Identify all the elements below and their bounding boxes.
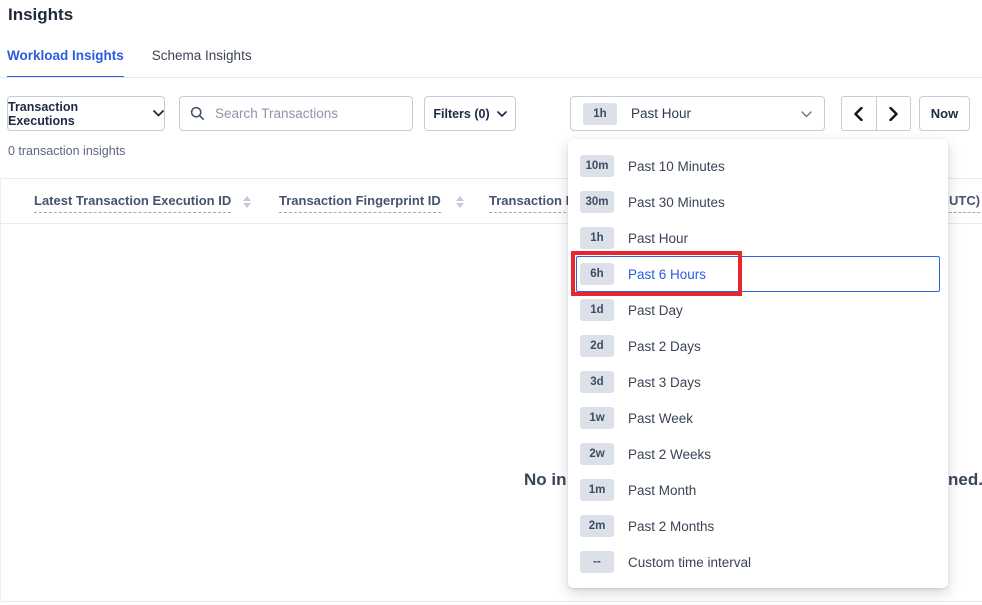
search-icon xyxy=(190,106,205,121)
column-header-latest-transaction-execution-id[interactable]: Latest Transaction Execution ID xyxy=(34,193,231,213)
time-option-label: Past 30 Minutes xyxy=(628,195,725,210)
time-option-past-30-minutes[interactable]: 30m Past 30 Minutes xyxy=(568,184,948,220)
time-option-label: Past 3 Days xyxy=(628,375,701,390)
time-option-past-hour[interactable]: 1h Past Hour xyxy=(568,220,948,256)
time-option-badge: 10m xyxy=(580,155,614,177)
insights-page: Insights Workload Insights Schema Insigh… xyxy=(0,0,982,605)
time-option-label: Past 2 Days xyxy=(628,339,701,354)
tabs-divider xyxy=(0,77,982,78)
time-option-past-month[interactable]: 1m Past Month xyxy=(568,472,948,508)
time-option-label: Past 2 Months xyxy=(628,519,714,534)
time-interval-dropdown[interactable]: 1h Past Hour xyxy=(570,96,825,131)
time-option-badge: 3d xyxy=(580,371,614,393)
time-option-label: Past 10 Minutes xyxy=(628,159,725,174)
time-option-past-10-minutes[interactable]: 10m Past 10 Minutes xyxy=(568,148,948,184)
chevron-left-icon xyxy=(854,107,863,121)
sort-desc-icon xyxy=(456,203,464,208)
time-option-label: Past Month xyxy=(628,483,696,498)
sort-desc-icon xyxy=(243,203,251,208)
time-option-past-3-days[interactable]: 3d Past 3 Days xyxy=(568,364,948,400)
time-interval-label: Past Hour xyxy=(631,106,691,121)
time-interval-menu: 10m Past 10 Minutes 30m Past 30 Minutes … xyxy=(568,139,948,588)
time-option-past-2-days[interactable]: 2d Past 2 Days xyxy=(568,328,948,364)
time-option-badge: 6h xyxy=(580,263,614,285)
time-option-badge: 30m xyxy=(580,191,614,213)
tab-bar: Workload Insights Schema Insights xyxy=(7,48,280,78)
time-option-custom-time-interval[interactable]: -- Custom time interval xyxy=(568,544,948,580)
tab-workload-insights[interactable]: Workload Insights xyxy=(7,48,124,78)
chevron-down-icon xyxy=(153,110,164,117)
column-header-utc-fragment[interactable]: UTC) xyxy=(949,193,980,213)
execution-type-label: Transaction Executions xyxy=(8,100,144,128)
time-option-past-2-weeks[interactable]: 2w Past 2 Weeks xyxy=(568,436,948,472)
time-option-label: Past 6 Hours xyxy=(628,267,706,282)
insight-count-text: 0 transaction insights xyxy=(8,144,125,158)
empty-state-message-right: ned. xyxy=(948,470,982,490)
time-option-badge: 1w xyxy=(580,407,614,429)
now-button[interactable]: Now xyxy=(919,96,970,131)
filters-label: Filters (0) xyxy=(433,107,489,121)
column-header-transaction-fingerprint-id[interactable]: Transaction Fingerprint ID xyxy=(279,193,441,213)
time-option-badge: -- xyxy=(580,551,614,573)
sort-asc-icon xyxy=(456,196,464,201)
tab-schema-insights[interactable]: Schema Insights xyxy=(152,48,252,78)
sort-icon[interactable] xyxy=(243,196,251,208)
next-range-button[interactable] xyxy=(877,97,911,130)
execution-type-dropdown[interactable]: Transaction Executions xyxy=(7,96,165,131)
time-option-past-2-months[interactable]: 2m Past 2 Months xyxy=(568,508,948,544)
time-option-badge: 1h xyxy=(580,227,614,249)
empty-state-message-left: No in xyxy=(524,470,567,490)
prev-range-button[interactable] xyxy=(842,97,877,130)
search-box[interactable] xyxy=(179,96,413,131)
time-option-label: Past Day xyxy=(628,303,683,318)
time-interval-badge: 1h xyxy=(583,103,617,125)
time-option-label: Past Hour xyxy=(628,231,688,246)
time-option-past-week[interactable]: 1w Past Week xyxy=(568,400,948,436)
sort-asc-icon xyxy=(243,196,251,201)
time-option-badge: 2d xyxy=(580,335,614,357)
chevron-down-icon xyxy=(801,111,812,118)
time-option-label: Custom time interval xyxy=(628,555,751,570)
page-title: Insights xyxy=(8,5,73,25)
time-option-past-6-hours[interactable]: 6h Past 6 Hours xyxy=(576,256,940,292)
time-option-badge: 2w xyxy=(580,443,614,465)
chevron-right-icon xyxy=(889,107,898,121)
time-option-label: Past Week xyxy=(628,411,693,426)
time-option-badge: 1d xyxy=(580,299,614,321)
filters-button[interactable]: Filters (0) xyxy=(424,96,516,131)
time-option-past-day[interactable]: 1d Past Day xyxy=(568,292,948,328)
sort-icon[interactable] xyxy=(456,196,464,208)
time-option-badge: 2m xyxy=(580,515,614,537)
time-option-badge: 1m xyxy=(580,479,614,501)
time-range-nav xyxy=(841,96,911,131)
time-option-label: Past 2 Weeks xyxy=(628,447,711,462)
search-input[interactable] xyxy=(213,105,412,122)
chevron-down-icon xyxy=(497,111,507,117)
now-label: Now xyxy=(931,106,958,121)
